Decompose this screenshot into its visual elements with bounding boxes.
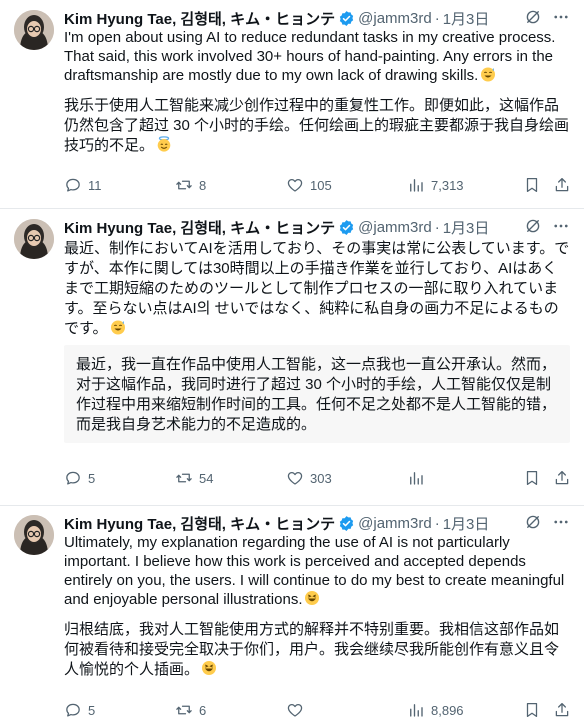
- share-button[interactable]: [553, 468, 571, 488]
- share-icon: [555, 702, 569, 717]
- bookmark-icon: [526, 702, 538, 718]
- retweet-button[interactable]: 54: [175, 468, 213, 488]
- separator-dot: ·: [434, 218, 440, 236]
- views-button[interactable]: 7,313: [407, 175, 464, 195]
- tweet-translation: 归根结底，我对人工智能使用方式的解释并不特别重要。我相信这部作品如何被看待和接受…: [64, 620, 570, 680]
- avatar[interactable]: [14, 515, 54, 555]
- retweet-icon: [176, 473, 192, 483]
- reply-count: 11: [88, 177, 102, 193]
- retweet-icon: [176, 180, 192, 190]
- author-handle[interactable]: @jamm3rd: [358, 219, 432, 236]
- tweet[interactable]: Kim Hyung Tae, 김형태, キム・ヒョンテ @jamm3rd · 1…: [0, 209, 584, 505]
- grok-icon[interactable]: [524, 8, 542, 26]
- avatar[interactable]: [14, 10, 54, 50]
- views-icon: [410, 704, 423, 717]
- author-handle[interactable]: @jamm3rd: [358, 515, 432, 532]
- sweat-smile-emoji-icon: [110, 319, 126, 335]
- retweet-button[interactable]: 6: [175, 700, 206, 720]
- grinning-squint-emoji-icon: [304, 590, 320, 606]
- tweet-text: I'm open about using AI to reduce redund…: [64, 28, 570, 85]
- tweet[interactable]: Kim Hyung Tae, 김형태, キム・ヒョンテ @jamm3rd · 1…: [0, 505, 584, 726]
- tweet-time[interactable]: 1月3日: [443, 8, 490, 29]
- verified-badge-icon[interactable]: [338, 10, 355, 27]
- sweat-smile-emoji-icon: [480, 66, 496, 82]
- grok-icon[interactable]: [524, 217, 542, 235]
- tweet-actions: 11 8 105 7,313: [64, 175, 570, 195]
- like-button[interactable]: [286, 700, 310, 720]
- tweet-time[interactable]: 1月3日: [443, 217, 490, 238]
- reply-icon: [66, 178, 80, 192]
- grinning-squint-emoji-icon: [201, 660, 217, 676]
- tweet-actions: 5 6 8,896: [64, 700, 570, 720]
- tweet-translation-content: 归根结底，我对人工智能使用方式的解释并不特别重要。我相信这部作品如何被看待和接受…: [64, 621, 560, 678]
- bookmark-icon: [526, 470, 538, 486]
- innocent-emoji-icon: [156, 136, 172, 152]
- header-actions: [524, 217, 570, 235]
- author-name[interactable]: Kim Hyung Tae, 김형태, キム・ヒョンテ: [64, 217, 335, 238]
- separator-dot: ·: [434, 514, 440, 532]
- views-icon: [410, 472, 423, 485]
- bookmark-button[interactable]: [523, 700, 541, 720]
- retweet-count: 6: [199, 702, 207, 718]
- like-icon: [287, 178, 303, 192]
- reply-count: 5: [88, 702, 96, 718]
- retweet-icon: [176, 705, 192, 715]
- bookmark-button[interactable]: [523, 468, 541, 488]
- author-name[interactable]: Kim Hyung Tae, 김형태, キム・ヒョンテ: [64, 513, 335, 534]
- retweet-count: 8: [199, 177, 207, 193]
- grok-icon[interactable]: [524, 513, 542, 531]
- translation-quote-box: 最近，我一直在作品中使用人工智能，这一点我也一直公开承认。然而，对于这幅作品，我…: [64, 345, 570, 443]
- avatar[interactable]: [14, 219, 54, 259]
- like-icon: [287, 703, 303, 717]
- share-icon: [555, 177, 569, 192]
- tweet-header: Kim Hyung Tae, 김형태, キム・ヒョンテ @jamm3rd · 1…: [64, 217, 489, 237]
- tweet-actions: 5 54 303: [64, 468, 570, 488]
- views-count: 8,896: [431, 702, 464, 718]
- reply-count: 5: [88, 470, 96, 486]
- tweet-translation-content: 最近，我一直在作品中使用人工智能，这一点我也一直公开承认。然而，对于这幅作品，我…: [76, 356, 557, 433]
- share-button[interactable]: [553, 175, 571, 195]
- tweet-header: Kim Hyung Tae, 김형태, キム・ヒョンテ @jamm3rd · 1…: [64, 513, 489, 533]
- like-count: 303: [310, 470, 332, 486]
- tweet-translation: 我乐于使用人工智能来减少创作过程中的重复性工作。即便如此，这幅作品仍然包含了超过…: [64, 96, 570, 156]
- views-button[interactable]: 8,896: [407, 700, 464, 720]
- tweet[interactable]: Kim Hyung Tae, 김형태, キム・ヒョンテ @jamm3rd · 1…: [0, 0, 584, 209]
- tweet-header: Kim Hyung Tae, 김형태, キム・ヒョンテ @jamm3rd · 1…: [64, 8, 489, 28]
- retweet-count: 54: [199, 470, 214, 486]
- retweet-button[interactable]: 8: [175, 175, 206, 195]
- bookmark-button[interactable]: [523, 175, 541, 195]
- reply-icon: [66, 703, 80, 717]
- author-name[interactable]: Kim Hyung Tae, 김형태, キム・ヒョンテ: [64, 8, 335, 29]
- separator-dot: ·: [434, 9, 440, 27]
- reply-button[interactable]: 11: [64, 175, 102, 195]
- views-button[interactable]: [407, 468, 431, 488]
- like-button[interactable]: 105: [286, 175, 332, 195]
- tweet-text: 最近、制作においてAIを活用しており、その事実は常に公表しています。ですが、本作…: [64, 239, 570, 339]
- verified-badge-icon[interactable]: [338, 219, 355, 236]
- reply-button[interactable]: 5: [64, 468, 95, 488]
- like-icon: [287, 471, 303, 485]
- tweet-text-content: 最近、制作においてAIを活用しており、その事実は常に公表しています。ですが、本作…: [64, 240, 570, 337]
- tweet-time[interactable]: 1月3日: [443, 513, 490, 534]
- more-icon[interactable]: [552, 8, 570, 26]
- header-actions: [524, 513, 570, 531]
- share-button[interactable]: [553, 700, 571, 720]
- header-actions: [524, 8, 570, 26]
- more-icon[interactable]: [552, 513, 570, 531]
- reply-icon: [66, 471, 80, 485]
- bookmark-icon: [526, 177, 538, 193]
- like-button[interactable]: 303: [286, 468, 332, 488]
- like-count: 105: [310, 177, 332, 193]
- verified-badge-icon[interactable]: [338, 515, 355, 532]
- share-icon: [555, 470, 569, 485]
- reply-button[interactable]: 5: [64, 700, 95, 720]
- tweet-translation-content: 我乐于使用人工智能来减少创作过程中的重复性工作。即便如此，这幅作品仍然包含了超过…: [64, 97, 570, 154]
- views-count: 7,313: [431, 177, 464, 193]
- tweet-text: Ultimately, my explanation regarding the…: [64, 533, 570, 609]
- more-icon[interactable]: [552, 217, 570, 235]
- views-icon: [410, 179, 423, 192]
- author-handle[interactable]: @jamm3rd: [358, 10, 432, 27]
